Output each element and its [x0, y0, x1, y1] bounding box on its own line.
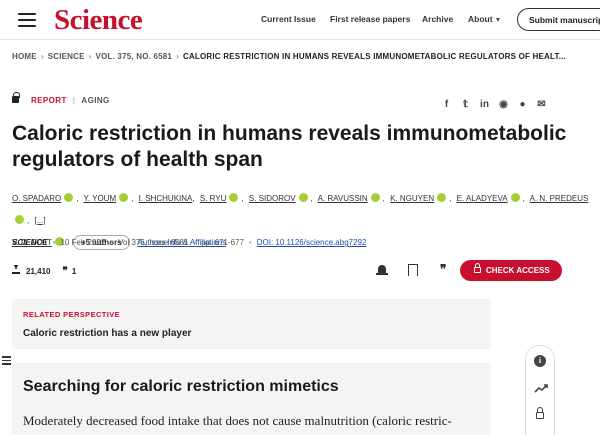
- related-title-link[interactable]: Caloric restriction has a new player: [23, 328, 191, 339]
- nav-first-release[interactable]: First release papers: [330, 14, 410, 24]
- breadcrumb-science[interactable]: SCIENCE: [48, 52, 85, 61]
- nav-current-issue[interactable]: Current Issue: [261, 14, 316, 24]
- trend-icon[interactable]: [534, 383, 548, 393]
- bell-icon[interactable]: [376, 264, 388, 276]
- author-ellipsis[interactable]: [...]: [34, 216, 45, 225]
- author-link[interactable]: A. RAVUSSIN: [318, 194, 368, 203]
- facebook-icon[interactable]: f: [440, 99, 453, 111]
- chevron-down-icon: ▼: [494, 17, 502, 24]
- article-title: Caloric restriction in humans reveals im…: [12, 122, 567, 171]
- orcid-icon[interactable]: [64, 193, 74, 202]
- nav-about-label: About: [468, 14, 493, 24]
- author-link[interactable]: K. NGUYEN: [390, 194, 434, 203]
- breadcrumb-separator-icon: ›: [40, 52, 44, 61]
- editor-summary-section: Searching for caloric restriction mimeti…: [12, 363, 491, 435]
- author-link[interactable]: A. N. PREDEUS: [530, 194, 589, 203]
- related-perspective-box: RELATED PERSPECTIVE Caloric restriction …: [12, 299, 491, 349]
- article-type: REPORT: [31, 96, 67, 105]
- wechat-icon[interactable]: ●: [516, 99, 529, 111]
- doi-link[interactable]: DOI: 10.1126/science.abg7292: [257, 238, 367, 247]
- breadcrumb: HOME › SCIENCE › VOL. 375, NO. 6581 › CALORIC …: [12, 52, 566, 61]
- author-link[interactable]: S. SIDOROV: [249, 194, 296, 203]
- orcid-icon[interactable]: [437, 193, 447, 202]
- download-count: 21,410: [26, 267, 51, 276]
- orcid-icon[interactable]: [119, 193, 129, 202]
- author-link[interactable]: S. RYU: [200, 194, 227, 203]
- type-divider: |: [72, 96, 76, 105]
- nav-about[interactable]: About ▼: [468, 14, 501, 24]
- article-metrics: 21,410 ❞ 1: [12, 265, 77, 277]
- citation-count: 1: [71, 267, 77, 276]
- article-subject[interactable]: AGING: [81, 96, 109, 105]
- breadcrumb-volume[interactable]: VOL. 375, NO. 6581: [96, 52, 173, 61]
- menu-icon[interactable]: [18, 13, 36, 27]
- related-label: RELATED PERSPECTIVE: [23, 310, 121, 319]
- lock-icon: [474, 263, 481, 273]
- section-body: Moderately decreased food intake that do…: [23, 413, 452, 428]
- publication-meta: SCIENCE • 10 Feb 2022 • Vol 375, Issue 6581 •…: [12, 238, 367, 247]
- check-access-button[interactable]: CHECK ACCESS: [460, 260, 562, 281]
- site-header: Science Current Issue First release pape…: [0, 0, 600, 40]
- article-type-line: REPORT | AGING: [12, 92, 110, 105]
- twitter-icon[interactable]: 𝕥: [459, 99, 472, 111]
- lock-icon: [12, 92, 20, 103]
- cite-icon[interactable]: ❞: [440, 262, 446, 276]
- volume-issue: Vol 375, Issue 6581: [118, 238, 189, 247]
- share-toolbar: f 𝕥 in ◉ ● ✉: [440, 94, 554, 112]
- breadcrumb-article: CALORIC RESTRICTION IN HUMANS REVEALS IM…: [182, 52, 566, 61]
- download-icon: [12, 265, 20, 274]
- breadcrumb-home[interactable]: HOME: [12, 52, 37, 61]
- nav-archive[interactable]: Archive: [422, 14, 453, 24]
- journal-name: SCIENCE: [12, 238, 48, 247]
- orcid-icon[interactable]: [370, 193, 380, 202]
- science-logo[interactable]: Science: [54, 4, 143, 37]
- breadcrumb-separator-icon: ›: [176, 52, 179, 61]
- info-icon[interactable]: i: [534, 355, 546, 367]
- orcid-icon[interactable]: [298, 193, 308, 202]
- bookmark-icon[interactable]: [408, 264, 418, 276]
- author-link[interactable]: O. SPADARO: [12, 194, 61, 203]
- right-toolbar: i: [525, 345, 555, 435]
- author-link[interactable]: E. ALADYEVA: [457, 194, 508, 203]
- page-range: pp. 671-677: [201, 238, 244, 247]
- email-icon[interactable]: ✉: [535, 99, 548, 111]
- lock-icon[interactable]: [536, 407, 544, 419]
- quote-icon: ❞: [62, 266, 68, 277]
- orcid-icon[interactable]: [15, 215, 24, 224]
- breadcrumb-separator-icon: ›: [88, 52, 92, 61]
- linkedin-icon[interactable]: in: [478, 99, 491, 111]
- check-access-label: CHECK ACCESS: [486, 266, 550, 275]
- submit-manuscript-button[interactable]: Submit manuscript: [517, 8, 600, 31]
- author-link[interactable]: I. SHCHUKINA: [139, 194, 193, 203]
- publish-date: 10 Feb 2022: [60, 238, 106, 247]
- orcid-icon[interactable]: [510, 193, 520, 202]
- orcid-icon[interactable]: [229, 193, 239, 202]
- reddit-icon[interactable]: ◉: [497, 99, 510, 111]
- section-title: Searching for caloric restriction mimeti…: [23, 378, 339, 395]
- author-link[interactable]: Y. YOUM: [84, 194, 117, 203]
